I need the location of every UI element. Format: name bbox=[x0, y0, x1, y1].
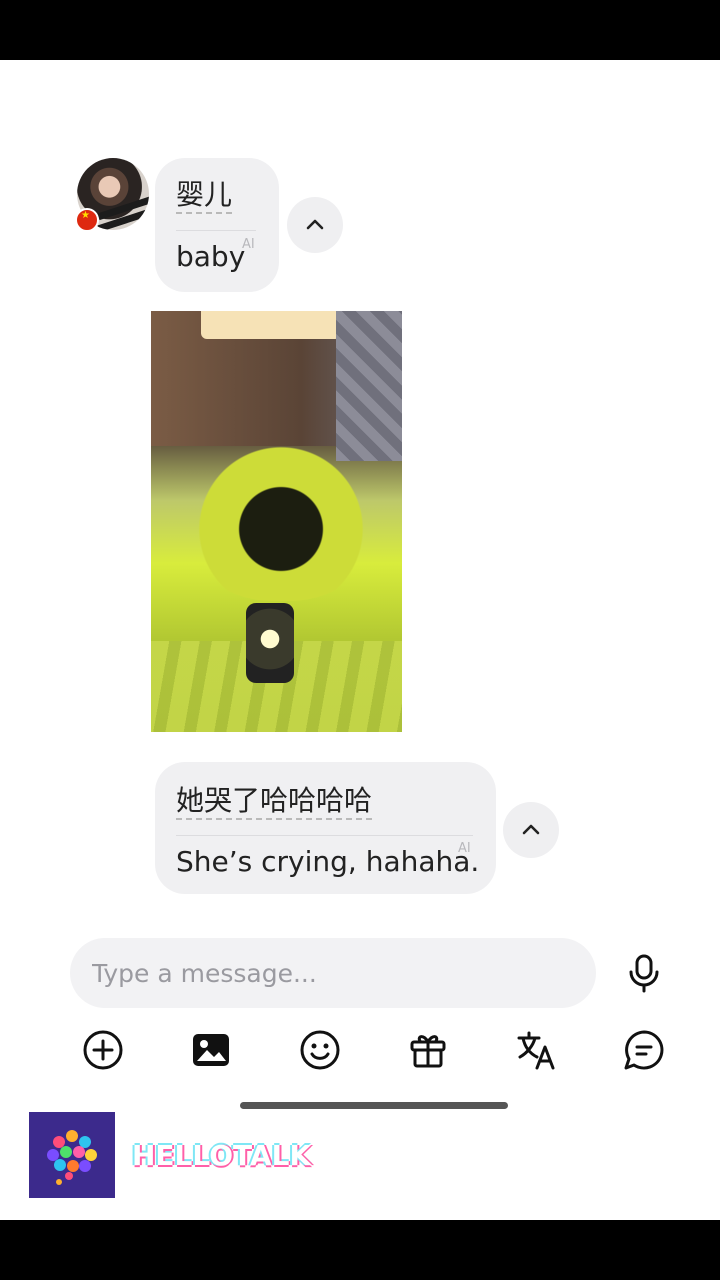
chat-bubble-icon[interactable] bbox=[622, 1028, 666, 1072]
image-icon[interactable] bbox=[189, 1028, 233, 1072]
collapse-translation-button[interactable] bbox=[503, 802, 559, 858]
china-flag-icon: ★ bbox=[75, 208, 99, 232]
emoji-icon[interactable] bbox=[298, 1028, 342, 1072]
message-original-text: 她哭了哈哈哈哈 bbox=[176, 784, 373, 817]
message-translation-text: She’s crying, hahaha. bbox=[176, 845, 480, 878]
message-input[interactable] bbox=[92, 953, 572, 993]
message-original-text: 婴儿 bbox=[176, 178, 233, 211]
plus-circle-icon[interactable] bbox=[81, 1028, 125, 1072]
chevron-up-icon bbox=[306, 219, 324, 230]
lantern-image bbox=[246, 603, 294, 683]
message-bubble[interactable]: 她哭了哈哈哈哈 She’s crying, hahaha. AI bbox=[155, 762, 496, 894]
bubble-divider bbox=[176, 835, 473, 836]
message-input-container[interactable] bbox=[70, 938, 596, 1008]
collapse-translation-button[interactable] bbox=[287, 197, 343, 253]
message-translation-text: baby bbox=[176, 240, 246, 273]
microphone-icon[interactable] bbox=[624, 953, 664, 993]
ai-translation-badge: AI bbox=[458, 841, 471, 856]
top-letterbox bbox=[0, 0, 720, 60]
chevron-up-icon bbox=[522, 824, 540, 835]
gift-icon[interactable] bbox=[406, 1028, 450, 1072]
shared-photo[interactable] bbox=[151, 311, 402, 732]
message-bubble[interactable]: 婴儿 baby AI bbox=[155, 158, 279, 292]
bottom-letterbox bbox=[0, 1220, 720, 1280]
home-indicator[interactable] bbox=[240, 1102, 508, 1109]
chat-screen: ★ 婴儿 baby AI 她哭了哈哈哈哈 She’s crying, hahah… bbox=[0, 60, 720, 1220]
bubble-divider bbox=[176, 230, 256, 231]
translate-icon[interactable] bbox=[515, 1028, 559, 1072]
hellotalk-brand-text: HELLOTALK bbox=[132, 1139, 312, 1172]
ai-translation-badge: AI bbox=[242, 237, 255, 252]
hellotalk-logo bbox=[29, 1112, 115, 1198]
